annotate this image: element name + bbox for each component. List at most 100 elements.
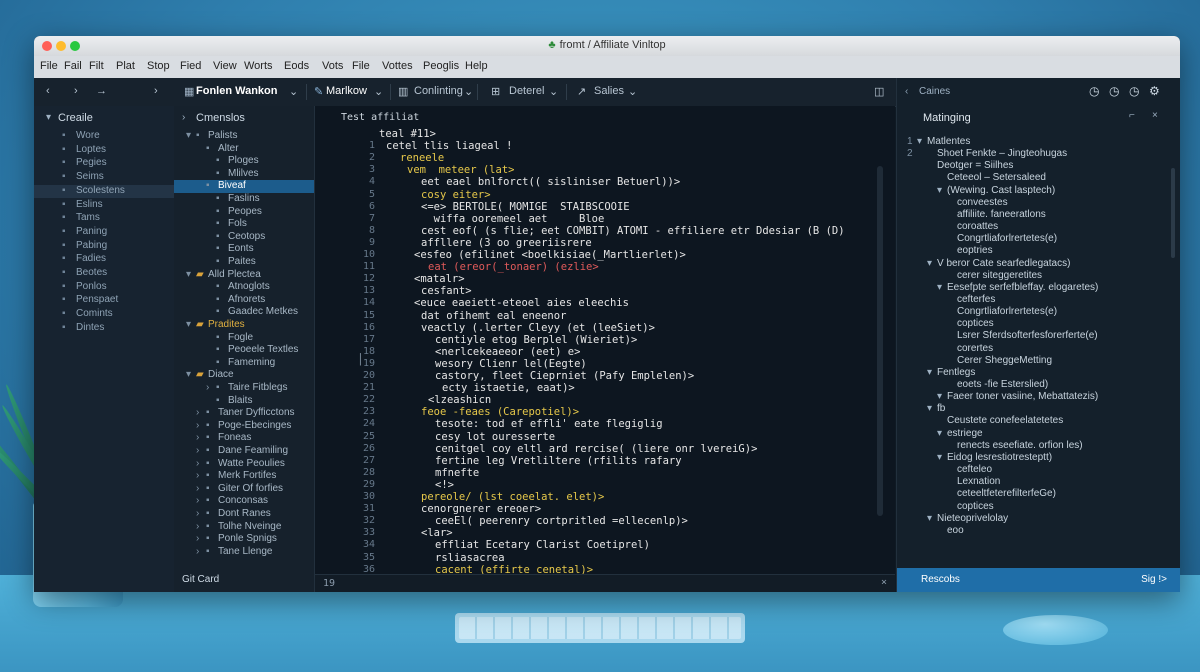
explorer-item-6[interactable]: ▪ Peopes: [174, 206, 314, 219]
collapse-icon[interactable]: ›: [154, 85, 158, 97]
tab-salies[interactable]: Salies: [594, 85, 624, 97]
chevron-down-icon[interactable]: ▾: [186, 369, 191, 380]
chevron-down-icon[interactable]: ▾: [937, 452, 942, 463]
history-icon[interactable]: ◷: [1109, 84, 1119, 98]
chevron-down-icon[interactable]: ▾: [927, 258, 932, 269]
chevron-right-icon[interactable]: ›: [206, 382, 209, 393]
explorer-item-13[interactable]: ▪ Afnorets: [174, 294, 314, 307]
outline-item[interactable]: fb: [937, 403, 945, 414]
chevron-right-icon[interactable]: ›: [196, 458, 199, 469]
chevron-down-icon[interactable]: ▾: [937, 282, 942, 293]
explorer-item-26[interactable]: › ▪ Watte Peoulies: [174, 458, 314, 471]
outline-item[interactable]: coroattes: [957, 221, 998, 232]
chevron-right-icon[interactable]: ›: [196, 521, 199, 532]
sidebar-item-13[interactable]: ▪ Comints: [34, 308, 174, 321]
chevron-right-icon[interactable]: ›: [196, 508, 199, 519]
chevron-down-icon[interactable]: ▾: [186, 269, 191, 280]
outline-item[interactable]: Fentlegs: [937, 367, 975, 378]
back-arrow-icon[interactable]: ‹: [46, 85, 50, 97]
chevron-right-icon[interactable]: ›: [196, 483, 199, 494]
explorer-item-16[interactable]: ▪ Fogle: [174, 332, 314, 345]
code-content[interactable]: Test affiliat teal #11> cetel tlis liageal…: [315, 106, 895, 588]
menu-item-12[interactable]: Peoglis: [423, 60, 459, 72]
outline-item[interactable]: coptices: [957, 318, 994, 329]
chevron-right-icon[interactable]: ›: [196, 533, 199, 544]
editor-scrollbar[interactable]: [877, 166, 883, 516]
outline-item[interactable]: Ceteeol – Setersaleed: [947, 172, 1046, 183]
outline-item[interactable]: corertes: [957, 343, 993, 354]
chevron-right-icon[interactable]: ›: [196, 420, 199, 431]
sidebar-item-7[interactable]: ▪ Paning: [34, 226, 174, 239]
explorer-item-32[interactable]: › ▪ Ponle Spnigs: [174, 533, 314, 546]
explorer-item-8[interactable]: ▪ Ceotops: [174, 231, 314, 244]
chevron-down-icon[interactable]: ▾: [917, 136, 922, 147]
history-icon[interactable]: ◷: [1129, 84, 1139, 98]
explorer-item-3[interactable]: ▪ Mlilves: [174, 168, 314, 181]
outline-item[interactable]: Congrtliaforlrertetes(e): [957, 306, 1057, 317]
explorer-item-24[interactable]: › ▪ Foneas: [174, 432, 314, 445]
menu-item-11[interactable]: Vottes: [382, 60, 413, 72]
explorer-item-9[interactable]: ▪ Eonts: [174, 243, 314, 256]
sidebar-item-11[interactable]: ▪ Ponlos: [34, 281, 174, 294]
outline-item[interactable]: (Wewing. Cast lasptech): [947, 185, 1055, 196]
history-icon[interactable]: ◷: [1089, 84, 1099, 98]
tab-conlinting[interactable]: Conlinting: [414, 85, 463, 97]
outline-item[interactable]: cerer siteggeretites: [957, 270, 1042, 281]
chevron-down-icon[interactable]: ▾: [927, 367, 932, 378]
explorer-item-27[interactable]: › ▪ Merk Fortifes: [174, 470, 314, 483]
explorer-item-33[interactable]: › ▪ Tane Llenge: [174, 546, 314, 559]
explorer-item-30[interactable]: › ▪ Dont Ranes: [174, 508, 314, 521]
outline-item[interactable]: eoptries: [957, 245, 993, 256]
explorer-item-0[interactable]: ▾ ▪ Palists: [174, 130, 314, 143]
outline-item[interactable]: Ceustete conefeelatetetes: [947, 415, 1063, 426]
explorer-item-29[interactable]: › ▪ Conconsas: [174, 495, 314, 508]
outline-item[interactable]: cefteleo: [957, 464, 992, 475]
menu-item-1[interactable]: Fail: [64, 60, 82, 72]
sidebar-item-4[interactable]: ▪ Scolestens: [34, 184, 174, 198]
sidebar-item-5[interactable]: ▪ Eslins: [34, 199, 174, 212]
outline-item[interactable]: affiliite. faneeratlons: [957, 209, 1046, 220]
menu-item-5[interactable]: Fied: [180, 60, 201, 72]
outline-item[interactable]: Lsrer Sferdsofterfesforerferte(e): [957, 330, 1098, 341]
sidebar-item-9[interactable]: ▪ Fadies: [34, 253, 174, 266]
outline-item[interactable]: Deotger = Siilhes: [937, 160, 1013, 171]
chevron-right-icon[interactable]: ›: [196, 445, 199, 456]
chevron-down-icon[interactable]: ▾: [937, 185, 942, 196]
outline-item[interactable]: ceteeltfeterefilterfeGe): [957, 488, 1056, 499]
explorer-item-5[interactable]: ▪ Faslins: [174, 193, 314, 206]
outline-item[interactable]: eoets -fie Esterslied): [957, 379, 1048, 390]
explorer-item-10[interactable]: ▪ Paites: [174, 256, 314, 269]
menu-item-10[interactable]: File: [352, 60, 370, 72]
sidebar-item-8[interactable]: ▪ Pabing: [34, 240, 174, 253]
chevron-down-icon[interactable]: ▾: [937, 391, 942, 402]
explorer-header[interactable]: Cmenslos: [196, 112, 245, 124]
chevron-down-icon[interactable]: ⌄: [628, 85, 637, 98]
outline-item[interactable]: coptices: [957, 501, 994, 512]
menu-item-6[interactable]: View: [213, 60, 237, 72]
menu-item-8[interactable]: Eods: [284, 60, 309, 72]
tab-deterel[interactable]: Deterel: [509, 85, 544, 97]
outline-status-right[interactable]: Sig !>: [1141, 574, 1167, 585]
outline-item[interactable]: Faeer toner vasiine, Mebattatezis): [947, 391, 1098, 402]
sidebar-item-0[interactable]: ▪ Wore: [34, 130, 174, 143]
chevron-right-icon[interactable]: ›: [196, 407, 199, 418]
up-arrow-icon[interactable]: →: [96, 85, 107, 97]
chevron-down-icon[interactable]: ⌄: [374, 85, 383, 98]
explorer-item-22[interactable]: › ▪ Taner Dyfficctons: [174, 407, 314, 420]
expand-arrow-icon[interactable]: ›: [182, 112, 185, 123]
sidebar-item-1[interactable]: ▪ Loptes: [34, 144, 174, 157]
explorer-item-19[interactable]: ▾ ▰ Diace: [174, 369, 314, 382]
sidebar-item-6[interactable]: ▪ Tams: [34, 212, 174, 225]
explorer-item-23[interactable]: › ▪ Poge-Ebecinges: [174, 420, 314, 433]
chevron-down-icon[interactable]: ▾: [186, 319, 191, 330]
outline-item[interactable]: Eesefpte serfefbleffay. elogaretes): [947, 282, 1098, 293]
outline-item[interactable]: eoo: [947, 525, 964, 536]
explorer-item-17[interactable]: ▪ Peoeele Textles: [174, 344, 314, 357]
chevron-right-icon[interactable]: ›: [196, 470, 199, 481]
leftnav-header[interactable]: Creaile: [58, 112, 93, 124]
chevron-down-icon[interactable]: ▾: [927, 513, 932, 524]
menu-item-3[interactable]: Plat: [116, 60, 135, 72]
menu-item-7[interactable]: Worts: [244, 60, 273, 72]
sidebar-item-14[interactable]: ▪ Dintes: [34, 322, 174, 335]
sidebar-item-3[interactable]: ▪ Seims: [34, 171, 174, 184]
